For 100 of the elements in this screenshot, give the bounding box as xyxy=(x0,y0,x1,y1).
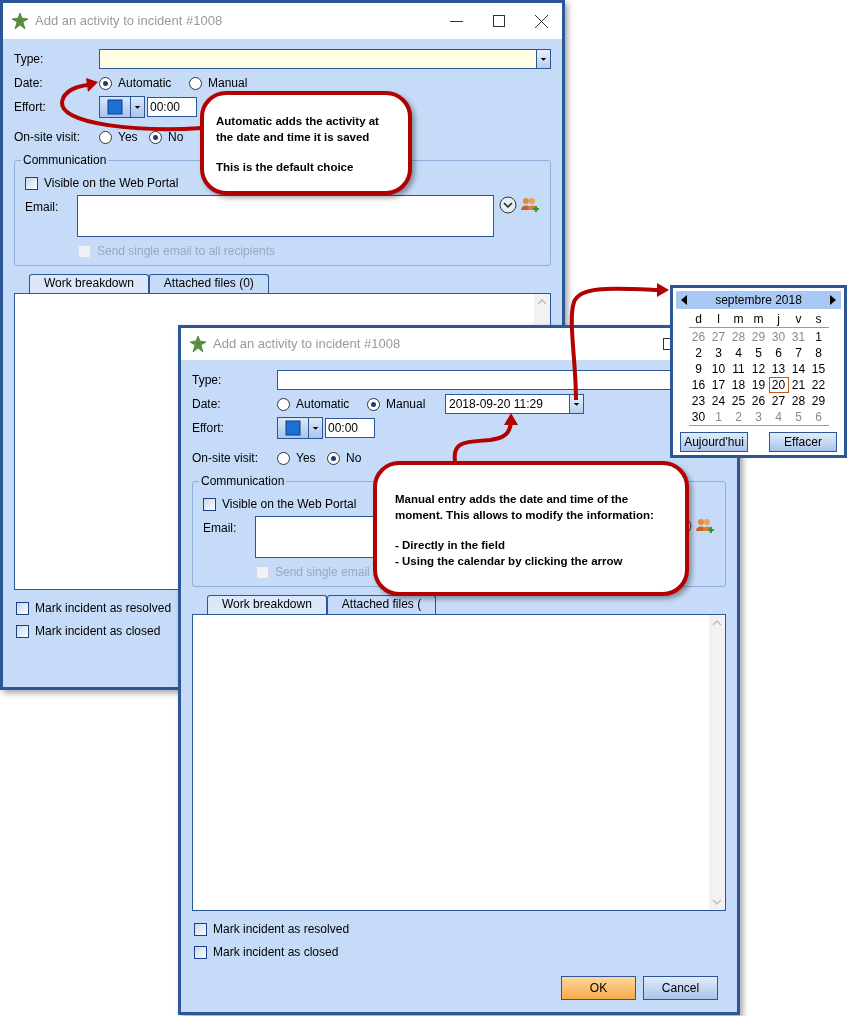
radio-button[interactable] xyxy=(277,451,290,465)
calendar-day[interactable]: 29 xyxy=(748,329,769,345)
tab[interactable]: Attached files ( xyxy=(326,595,437,614)
caret-icon[interactable] xyxy=(569,395,583,413)
calendar-day[interactable]: 7 xyxy=(788,345,809,361)
email-field[interactable] xyxy=(77,195,495,237)
calendar-day[interactable]: 26 xyxy=(748,393,769,409)
field-label: On-site visit: xyxy=(192,450,259,467)
checkbox[interactable] xyxy=(194,922,207,936)
checkbox-label: Mark incident as closed xyxy=(213,944,339,961)
time-field[interactable]: 00:00 xyxy=(147,97,197,117)
checkbox[interactable] xyxy=(25,176,38,190)
checkbox[interactable] xyxy=(16,624,29,638)
time-field[interactable]: 00:00 xyxy=(325,418,375,438)
color-picker-button[interactable] xyxy=(99,96,145,118)
calendar-day[interactable]: 5 xyxy=(788,409,809,425)
field-label: Effort: xyxy=(14,99,47,116)
window-title: Add an activity to incident #1008 xyxy=(213,335,401,354)
option-label: Yes xyxy=(296,450,316,467)
calendar-day[interactable]: 6 xyxy=(808,409,829,425)
color-picker-button[interactable] xyxy=(277,417,323,439)
calendar-day[interactable]: 6 xyxy=(768,345,789,361)
option-label: Manual xyxy=(208,75,248,92)
leaf-icon xyxy=(189,335,207,353)
field-label: Type: xyxy=(192,372,223,389)
calendar-day[interactable]: 11 xyxy=(728,361,749,377)
calendar-day[interactable]: 2 xyxy=(728,409,749,425)
radio-button[interactable] xyxy=(367,397,380,411)
calendar-day[interactable]: 20 xyxy=(768,377,789,393)
calendar-day[interactable]: 3 xyxy=(708,345,729,361)
field-label: Email: xyxy=(203,520,238,537)
option-label: Manual xyxy=(386,396,426,413)
radio-button[interactable] xyxy=(327,451,340,465)
window-title: Add an activity to incident #1008 xyxy=(35,12,223,31)
calendar-button[interactable]: Aujourd'hui xyxy=(680,432,748,452)
callout-text: Automatic adds the activity at the date and time it is saved xyxy=(216,114,380,145)
checkbox-label: Mark incident as resolved xyxy=(213,921,350,938)
radio-button[interactable] xyxy=(277,397,290,411)
calendar-day[interactable]: 22 xyxy=(808,377,829,393)
calendar-day[interactable]: 28 xyxy=(728,329,749,345)
calendar-day[interactable]: 12 xyxy=(748,361,769,377)
dropdown-field[interactable] xyxy=(99,49,551,69)
previous-month-icon[interactable] xyxy=(680,295,688,305)
checkbox-label: Mark incident as closed xyxy=(35,623,161,640)
calendar-day[interactable]: 1 xyxy=(808,329,829,345)
calendar-day[interactable]: 25 xyxy=(728,393,749,409)
calendar-day[interactable]: 19 xyxy=(748,377,769,393)
tab[interactable]: Attached files (0) xyxy=(148,274,269,293)
weekday-label: v xyxy=(794,311,803,327)
date-field[interactable]: 2018-09-20 11:29 xyxy=(445,394,584,414)
checkbox-label: Mark incident as resolved xyxy=(35,600,172,617)
checkbox[interactable] xyxy=(203,497,216,511)
calendar-day[interactable]: 3 xyxy=(748,409,769,425)
calendar-day[interactable]: 30 xyxy=(768,329,789,345)
chevron-down-icon[interactable] xyxy=(499,196,518,214)
calendar-day[interactable]: 21 xyxy=(788,377,809,393)
checkbox[interactable] xyxy=(16,601,29,615)
calendar-day[interactable]: 5 xyxy=(748,345,769,361)
callout-text: Manual entry adds the date and time of the moment. This allows to modify the information: xyxy=(395,492,655,523)
calendar-day[interactable]: 4 xyxy=(728,345,749,361)
field-label: Date: xyxy=(14,75,44,92)
add-users-icon[interactable] xyxy=(695,517,715,535)
tab[interactable]: Work breakdown xyxy=(29,274,149,293)
checkbox-label: Send single email xyxy=(275,564,370,581)
calendar-day[interactable]: 30 xyxy=(688,409,709,425)
radio-button[interactable] xyxy=(99,130,112,144)
calendar-button[interactable]: Effacer xyxy=(769,432,837,452)
checkbox-label: Visible on the Web Portal xyxy=(222,496,357,513)
radio-button[interactable] xyxy=(99,76,112,90)
checkbox[interactable] xyxy=(194,945,207,959)
calendar-day[interactable]: 2 xyxy=(688,345,709,361)
tab[interactable]: Work breakdown xyxy=(207,595,327,614)
option-label: No xyxy=(346,450,362,467)
calendar-day[interactable]: 17 xyxy=(708,377,729,393)
caret-icon[interactable] xyxy=(536,50,550,68)
weekday-label: l xyxy=(716,311,721,327)
leaf-icon xyxy=(11,12,29,30)
calendar-day[interactable]: 24 xyxy=(708,393,729,409)
field-label: Effort: xyxy=(192,420,225,437)
dialog-button[interactable]: OK xyxy=(561,976,636,1000)
calendar-day[interactable]: 10 xyxy=(708,361,729,377)
close-icon[interactable] xyxy=(535,14,548,28)
calendar-day[interactable]: 16 xyxy=(688,377,709,393)
calendar-day[interactable]: 14 xyxy=(788,361,809,377)
field-label: Type: xyxy=(14,51,45,68)
calendar-day[interactable]: 9 xyxy=(688,361,709,377)
calendar-day[interactable]: 26 xyxy=(688,329,709,345)
calendar-day[interactable]: 29 xyxy=(808,393,829,409)
calendar-day[interactable]: 23 xyxy=(688,393,709,409)
maximize-icon[interactable] xyxy=(493,15,505,27)
calendar-day[interactable]: 15 xyxy=(808,361,829,377)
calendar-day[interactable]: 13 xyxy=(768,361,789,377)
next-month-icon[interactable] xyxy=(829,295,837,305)
radio-button[interactable] xyxy=(189,76,202,90)
calendar-day[interactable]: 27 xyxy=(768,393,789,409)
calendar-day[interactable]: 18 xyxy=(728,377,749,393)
calendar-day[interactable]: 28 xyxy=(788,393,809,409)
option-label: Yes xyxy=(118,129,138,146)
dialog-button[interactable]: Cancel xyxy=(643,976,718,1000)
calendar-day[interactable]: 8 xyxy=(808,345,829,361)
